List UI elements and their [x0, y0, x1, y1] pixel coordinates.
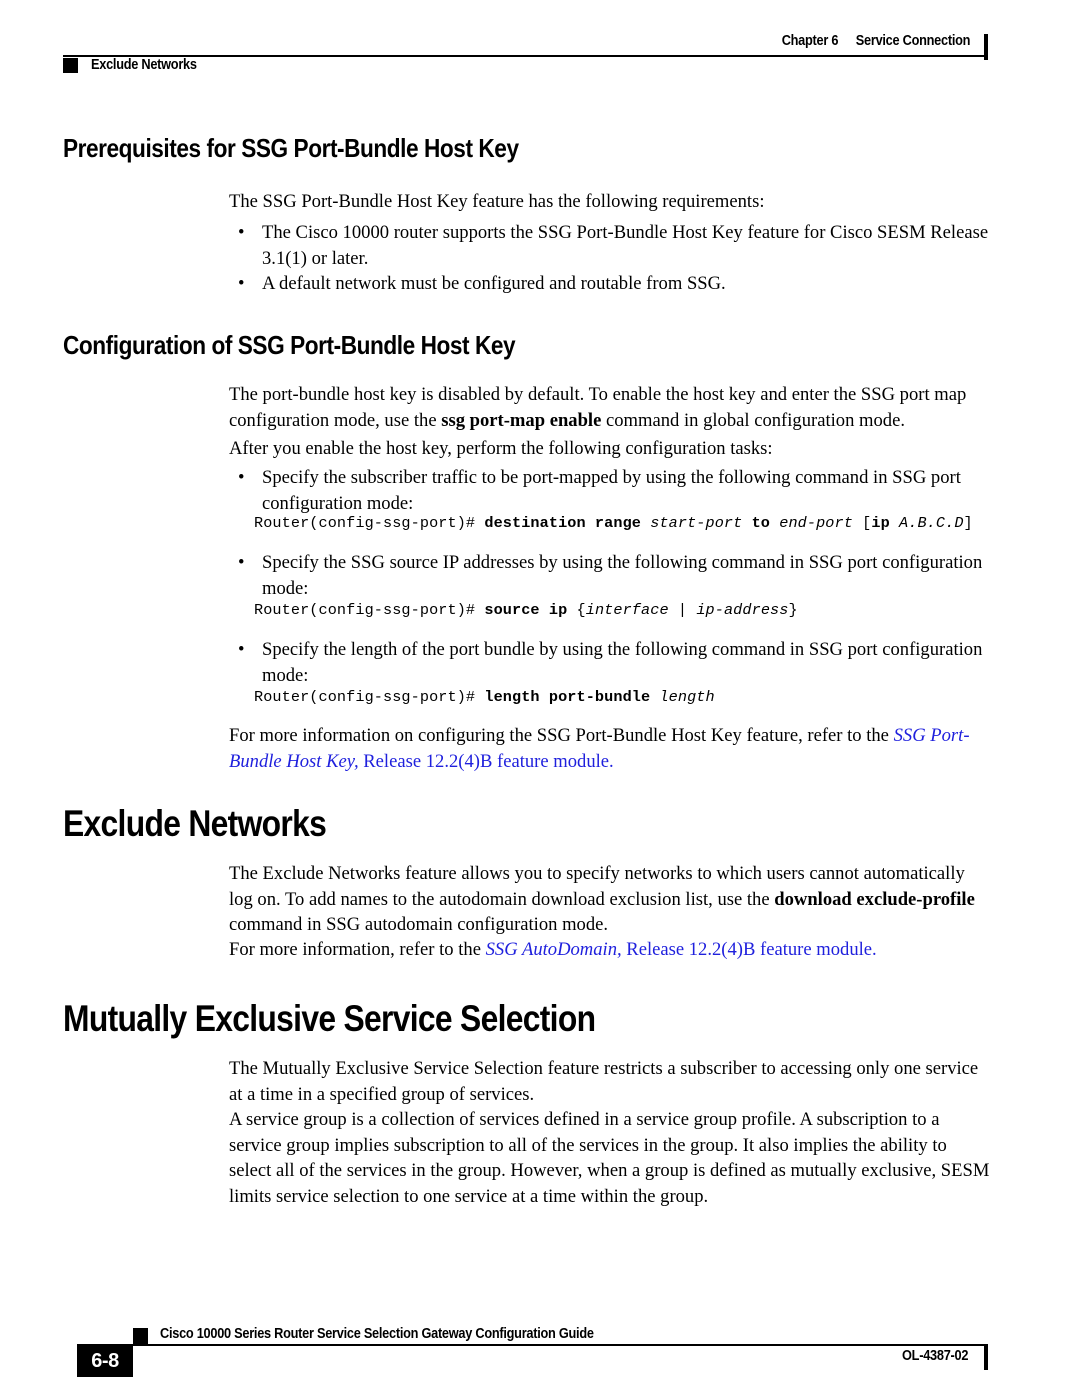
- list-item: • The Cisco 10000 router supports the SS…: [229, 220, 991, 271]
- cross-reference-link-ssg-autodomain[interactable]: SSG AutoDomain, Release 12.2(4)B feature…: [486, 939, 877, 960]
- cli-keyword: ip: [871, 514, 890, 532]
- paragraph-exclude-networks-reference: For more information, refer to the SSG A…: [229, 937, 991, 963]
- code-line-destination-range: Router(config-ssg-port)# destination ran…: [254, 513, 1044, 533]
- cli-punctuation: ]: [963, 514, 973, 532]
- list-item: • Specify the length of the port bundle …: [229, 637, 991, 688]
- header-section-label: Exclude Networks: [91, 57, 197, 73]
- list-item-text: Specify the length of the port bundle by…: [262, 639, 983, 686]
- cli-prompt: Router(config-ssg-port)#: [254, 688, 485, 706]
- bullet-dot-icon: •: [238, 552, 245, 573]
- paragraph-configuration-1: The port-bundle host key is disabled by …: [229, 382, 991, 433]
- reference-lead-text: For more information on configuring the …: [229, 725, 894, 746]
- heading-prerequisites: Prerequisites for SSG Port-Bundle Host K…: [63, 133, 519, 163]
- paragraph-mutually-exclusive-1: The Mutually Exclusive Service Selection…: [229, 1058, 979, 1105]
- list-item: • Specify the SSG source IP addresses by…: [229, 550, 991, 601]
- footer-divider-rule: [119, 1344, 988, 1346]
- cli-punctuation: {: [567, 601, 586, 619]
- heading-configuration: Configuration of SSG Port-Bundle Host Ke…: [63, 330, 516, 360]
- paragraph-configuration-2: After you enable the host key, perform t…: [229, 438, 773, 459]
- cli-keyword: source ip: [484, 601, 568, 619]
- paragraph-prerequisites-intro: The SSG Port-Bundle Host Key feature has…: [229, 191, 765, 212]
- cli-argument: end-port: [770, 514, 853, 532]
- paragraph-configuration-reference: For more information on configuring the …: [229, 723, 991, 774]
- bullet-dot-icon: •: [238, 467, 245, 488]
- footer-square-marker-icon: [133, 1328, 148, 1344]
- list-item: • Specify the subscriber traffic to be p…: [229, 465, 991, 516]
- link-italic-title: SSG AutoDomain,: [485, 939, 622, 960]
- cli-argument: interface: [585, 601, 669, 619]
- cli-punctuation: |: [668, 601, 697, 619]
- header-square-marker-icon: [63, 58, 78, 73]
- cli-punctuation: [: [852, 514, 872, 532]
- header-chapter-title: Service Connection: [855, 33, 971, 49]
- inline-command-download-exclude-profile: download exclude-profile: [774, 888, 975, 910]
- list-item-text: A default network must be configured and…: [262, 273, 726, 294]
- cli-punctuation: }: [788, 601, 798, 619]
- inline-command-ssg-port-map-enable: ssg port-map enable: [441, 409, 602, 431]
- header-chapter-info: Chapter 6 Service Connection: [781, 33, 971, 49]
- reference-lead-text: For more information, refer to the: [229, 939, 486, 960]
- paragraph-exclude-networks-1: The Exclude Networks feature allows you …: [229, 861, 991, 938]
- code-line-source-ip: Router(config-ssg-port)# source ip {inte…: [254, 600, 1044, 620]
- cli-argument: start-port: [641, 514, 743, 532]
- footer-document-id: OL-4387-02: [901, 1348, 968, 1364]
- bullet-dot-icon: •: [238, 639, 245, 660]
- cli-prompt: Router(config-ssg-port)#: [254, 601, 485, 619]
- paragraph-text-b: command in global configuration mode.: [601, 409, 905, 431]
- document-page: Chapter 6 Service Connection Exclude Netw…: [0, 0, 1080, 1397]
- cli-argument: ip-address: [696, 601, 789, 619]
- bullet-dot-icon: •: [238, 222, 245, 243]
- cli-keyword: destination range: [484, 514, 641, 532]
- paragraph-text-b: command in SSG autodomain configuration …: [229, 914, 609, 935]
- cli-prompt: Router(config-ssg-port)#: [254, 514, 485, 532]
- header-chapter-number: Chapter 6: [781, 33, 839, 49]
- bullet-dot-icon: •: [238, 273, 245, 294]
- paragraph-mutually-exclusive-2: A service group is a collection of servi…: [229, 1109, 990, 1207]
- header-edge-tick: [984, 34, 988, 60]
- footer-edge-tick: [984, 1344, 988, 1370]
- cli-keyword: to: [742, 514, 771, 532]
- footer-page-number: 6-8: [91, 1350, 119, 1372]
- cli-argument: A.B.C.D: [889, 514, 964, 532]
- link-rest: Release 12.2(4)B feature module.: [621, 939, 877, 960]
- list-item: • A default network must be configured a…: [229, 271, 991, 297]
- running-footer: Cisco 10000 Series Router Service Select…: [63, 1318, 988, 1378]
- cli-argument: length: [650, 688, 715, 706]
- list-item-text: Specify the subscriber traffic to be por…: [262, 467, 961, 514]
- footer-guide-title: Cisco 10000 Series Router Service Select…: [160, 1326, 594, 1342]
- cli-keyword: length port-bundle: [484, 688, 651, 706]
- heading-exclude-networks: Exclude Networks: [63, 803, 327, 844]
- heading-mutually-exclusive-service-selection: Mutually Exclusive Service Selection: [63, 998, 596, 1039]
- running-header: Chapter 6 Service Connection Exclude Netw…: [63, 33, 988, 79]
- header-divider-rule: [63, 55, 988, 57]
- list-item-text: The Cisco 10000 router supports the SSG …: [262, 222, 989, 269]
- list-item-text: Specify the SSG source IP addresses by u…: [262, 552, 983, 599]
- code-line-length-port-bundle: Router(config-ssg-port)# length port-bun…: [254, 687, 1044, 707]
- link-rest: Release 12.2(4)B feature module.: [358, 750, 614, 772]
